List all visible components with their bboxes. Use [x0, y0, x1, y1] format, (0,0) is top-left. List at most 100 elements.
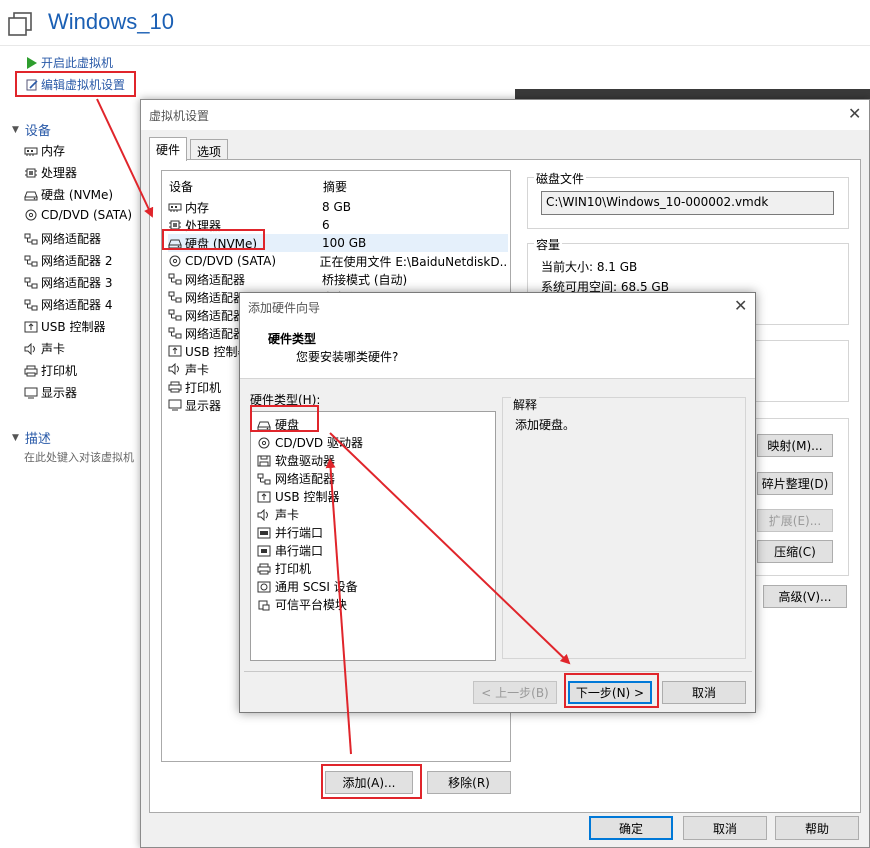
annotation-box-harddisk-type — [250, 405, 319, 432]
hardware-type-label: 并行端口 — [275, 526, 324, 540]
network-icon — [24, 277, 38, 288]
collapse-arrow-icon: ▼ — [12, 432, 19, 443]
devices-section-toggle[interactable]: ▼ 设备 — [12, 120, 51, 139]
cancel-button[interactable]: 取消 — [683, 816, 767, 840]
sidebar-device-item[interactable]: 显示器 — [24, 384, 77, 401]
speaker-icon — [168, 363, 179, 375]
annotation-box-next-button — [564, 673, 659, 708]
sidebar-device-label: 内存 — [41, 144, 66, 158]
devices-heading: 设备 — [24, 124, 51, 139]
network-icon — [168, 309, 182, 321]
ok-button[interactable]: 确定 — [589, 816, 673, 840]
hardware-type-item[interactable]: 通用 SCSI 设备 — [257, 578, 358, 595]
network-icon — [24, 277, 38, 289]
device-summary: 6 — [322, 218, 330, 232]
network-icon — [24, 299, 38, 310]
device-row[interactable]: 网络适配器 桥接模式 (自动) — [168, 270, 508, 288]
hardware-type-item[interactable]: 网络适配器 — [257, 470, 335, 487]
hardware-type-item[interactable]: 并行端口 — [257, 524, 323, 541]
annotation-box-add-button — [321, 764, 422, 799]
hardware-type-item[interactable]: 声卡 — [257, 506, 299, 523]
advanced-button[interactable]: 高级(V)... — [763, 585, 847, 608]
memory-icon — [168, 203, 182, 212]
remove-hardware-button[interactable]: 移除(R) — [427, 771, 511, 794]
sidebar-device-item[interactable]: 打印机 — [24, 362, 77, 379]
map-button[interactable]: 映射(M)... — [757, 434, 833, 457]
cpu-icon — [24, 167, 38, 179]
tab-hardware[interactable]: 硬件 — [149, 137, 188, 161]
device-row[interactable]: 内存 8 GB — [168, 198, 508, 216]
network-icon — [24, 299, 38, 311]
hardware-type-list[interactable]: 硬盘 CD/DVD 驱动器 软盘驱动器 网络适配器 USB 控制器 声卡 并行端口 串行端口打… — [250, 411, 496, 661]
close-icon[interactable]: ✕ — [734, 296, 747, 315]
description-heading: 描述 — [24, 432, 51, 447]
tpm-icon — [257, 599, 271, 611]
printer-icon — [257, 563, 271, 574]
sidebar-device-item[interactable]: USB 控制器 — [24, 318, 105, 335]
defragment-button[interactable]: 碎片整理(D) — [757, 472, 833, 495]
hardware-type-item[interactable]: 打印机 — [257, 560, 311, 577]
power-on-vm-link[interactable]: 开启此虚拟机 — [26, 54, 113, 71]
hardware-type-label: 软盘驱动器 — [275, 454, 336, 468]
tab-options[interactable]: 选项 — [190, 139, 229, 161]
wizard-cancel-button[interactable]: 取消 — [662, 681, 746, 704]
help-button[interactable]: 帮助 — [775, 816, 859, 840]
current-size-text: 当前大小: 8.1 GB — [541, 260, 638, 274]
description-placeholder[interactable]: 在此处键入对该虚拟机 — [24, 449, 134, 465]
sidebar-device-item[interactable]: CD/DVD (SATA) — [24, 208, 132, 222]
printer-icon — [168, 381, 182, 393]
dialog-titlebar: 虚拟机设置 ✕ — [141, 100, 869, 130]
hardware-type-item[interactable]: 串行端口 — [257, 542, 323, 559]
scsi-icon — [257, 581, 271, 593]
network-icon — [24, 255, 38, 267]
tpm-icon — [258, 600, 270, 610]
disk-file-group: 磁盘文件 C:\WIN10\Windows_10-000002.vmdk — [527, 170, 849, 229]
device-row[interactable]: CD/DVD (SATA) 正在使用文件 E:\BaiduNetdiskD... — [168, 252, 508, 270]
cdrom-icon — [25, 209, 37, 221]
speaker-icon — [24, 342, 35, 355]
sidebar-device-item[interactable]: 网络适配器 — [24, 230, 101, 247]
monitor-icon — [24, 387, 38, 399]
back-button[interactable]: < 上一步(B) — [473, 681, 557, 704]
sidebar-device-item[interactable]: 硬盘 (NVMe) — [24, 186, 113, 203]
close-icon[interactable]: ✕ — [848, 104, 861, 123]
annotation-box-harddisk-row — [162, 229, 265, 250]
network-icon — [257, 473, 271, 485]
serial-port-icon — [257, 545, 271, 556]
hardware-type-item[interactable]: 可信平台模块 — [257, 596, 347, 613]
network-icon — [24, 233, 38, 244]
description-section-toggle[interactable]: ▼ 描述 — [12, 428, 51, 447]
expand-button[interactable]: 扩展(E)... — [757, 509, 833, 532]
sidebar-device-item[interactable]: 声卡 — [24, 340, 65, 357]
network-icon — [168, 273, 182, 285]
sidebar-device-item[interactable]: 网络适配器 4 — [24, 296, 112, 313]
cpu-icon — [25, 168, 37, 177]
speaker-icon — [168, 363, 182, 375]
hardware-type-label: 网络适配器 — [275, 472, 336, 486]
network-icon — [24, 255, 38, 266]
hardware-type-item[interactable]: CD/DVD 驱动器 — [257, 434, 363, 451]
usb-icon — [257, 491, 271, 503]
device-summary: 8 GB — [322, 200, 351, 214]
monitor-icon — [24, 387, 38, 398]
usb-icon — [257, 491, 271, 502]
sidebar-device-label: CD/DVD (SATA) — [41, 208, 133, 222]
device-name: 网络适配器 — [185, 272, 246, 287]
sidebar-device-label: 显示器 — [41, 386, 78, 400]
hardware-type-item[interactable]: USB 控制器 — [257, 488, 339, 505]
sidebar-device-item[interactable]: 网络适配器 3 — [24, 274, 112, 291]
compact-button[interactable]: 压缩(C) — [757, 540, 833, 563]
sidebar-device-item[interactable]: 处理器 — [24, 164, 77, 181]
device-summary: 100 GB — [322, 236, 367, 250]
power-on-label: 开启此虚拟机 — [41, 56, 114, 70]
cdrom-icon — [24, 209, 38, 221]
sidebar-device-item[interactable]: 网络适配器 2 — [24, 252, 112, 269]
network-icon — [24, 233, 38, 245]
collapse-arrow-icon: ▼ — [12, 124, 19, 135]
disk-file-path-field[interactable]: C:\WIN10\Windows_10-000002.vmdk — [541, 191, 834, 215]
sidebar-device-item[interactable]: 内存 — [24, 142, 65, 159]
wizard-heading: 硬件类型 — [268, 332, 317, 346]
vm-title: Windows_10 — [48, 9, 174, 34]
monitor-icon — [168, 399, 182, 411]
hardware-type-item[interactable]: 软盘驱动器 — [257, 452, 335, 469]
